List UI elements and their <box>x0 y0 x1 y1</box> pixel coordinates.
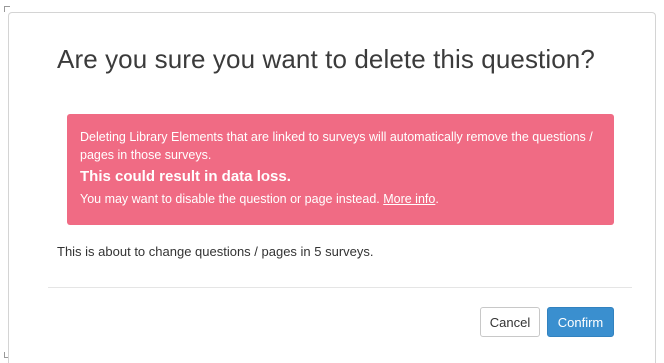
dialog-title: Are you sure you want to delete this que… <box>57 44 595 74</box>
alert-suggestion: You may want to disable the question or … <box>80 192 380 206</box>
confirm-button[interactable]: Confirm <box>547 307 614 337</box>
alert-link-suffix: . <box>435 192 439 206</box>
data-loss-alert: Deleting Library Elements that are linke… <box>67 114 614 225</box>
cancel-button[interactable]: Cancel <box>480 307 540 337</box>
alert-warning: This could result in data loss. <box>80 168 291 185</box>
alert-suggestion-line: You may want to disable the question or … <box>80 191 602 208</box>
alert-message: Deleting Library Elements that are linke… <box>80 130 593 162</box>
more-info-link[interactable]: More info <box>383 192 435 206</box>
corner-mark-top <box>4 6 10 12</box>
footer-divider <box>48 287 632 288</box>
change-summary: This is about to change questions / page… <box>57 244 374 259</box>
